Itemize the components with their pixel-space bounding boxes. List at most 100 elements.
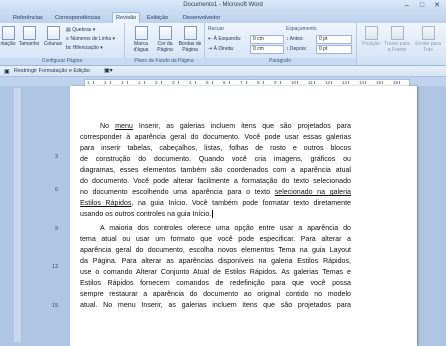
- group-configurar-pagina: ntação Tamanho Colunas ▤ Quebras ▾ ≡ Núm…: [0, 23, 125, 65]
- trazer-frente-button[interactable]: Trazer para a Frente: [383, 26, 411, 53]
- ruler-number: 15: [376, 80, 382, 85]
- bordas-pagina-button[interactable]: Bordas de Página: [178, 26, 202, 53]
- bordas-pagina-label: Bordas de Página: [178, 41, 202, 53]
- hyphenation-icon: bc: [66, 45, 73, 51]
- ruler-number: 8: [257, 80, 260, 85]
- document-line[interactable]: A maioria dos controles oferece uma opçã…: [100, 223, 351, 234]
- options-icon[interactable]: ▣▾: [104, 67, 113, 74]
- ruler-number: 14: [359, 80, 365, 85]
- trazer-frente-label: Trazer para a Frente: [384, 41, 410, 53]
- close-button[interactable]: ✕: [430, 1, 444, 10]
- document-line[interactable]: sempre restaurar a aparência do document…: [80, 289, 351, 300]
- position-icon: [364, 26, 378, 40]
- ruler-number: 12: [325, 80, 331, 85]
- espacamento-label: Espaçamento: [286, 26, 317, 32]
- document-line[interactable]: para inserir tabelas, cabeçalhos, listas…: [80, 143, 351, 154]
- group-label-paragrafo: Parágrafo: [204, 58, 356, 65]
- ruler-number: 7: [240, 80, 243, 85]
- ruler-number: 1: [87, 80, 90, 85]
- tab-referencias[interactable]: Referências: [10, 13, 46, 23]
- document-line[interactable]: usando os outros controles na guia Iníci…: [80, 209, 351, 220]
- tamanho-button[interactable]: Tamanho: [18, 26, 40, 47]
- hifenizacao-button[interactable]: bc Hifenização ▾: [66, 45, 103, 51]
- ruler-number: 5: [206, 80, 209, 85]
- recuo-esquerda-input[interactable]: 0 cm: [250, 35, 284, 44]
- ruler-tick: [263, 81, 264, 84]
- vertical-ruler[interactable]: [14, 88, 22, 342]
- ruler-number: 2: [155, 80, 158, 85]
- document-line[interactable]: da Página. Para alterar as aparências di…: [80, 256, 351, 267]
- columns-icon: [46, 26, 60, 40]
- ruler-tick: [280, 81, 281, 84]
- ruler-tick: [195, 81, 196, 84]
- ruler-tick: [246, 81, 247, 84]
- espacamento-antes-input[interactable]: 0 pt: [316, 35, 352, 44]
- tamanho-label: Tamanho: [18, 41, 40, 47]
- enviar-tras-label: Enviar para Trás: [415, 41, 441, 53]
- espacamento-depois-input[interactable]: 0 pt: [316, 45, 352, 54]
- document-line[interactable]: No menu Inserir, as galerias incluem ite…: [100, 121, 351, 132]
- ruler-number: 2: [104, 80, 107, 85]
- ruler-number: 10: [291, 80, 297, 85]
- line-number: 15: [52, 303, 59, 309]
- document-line[interactable]: atual. No menu Inserir, as galerias incl…: [80, 300, 351, 311]
- group-paragrafo: Recuar ⇤ À Esquerda: 0 cm ⇥ À Direita: 0…: [204, 23, 357, 65]
- ruler-tick: [399, 81, 400, 84]
- ruler-tick: [331, 81, 332, 84]
- tab-desenvolvedor[interactable]: Desenvolvedor: [180, 13, 223, 23]
- marca-dagua-button[interactable]: Marca d'água: [130, 26, 152, 53]
- maximize-button[interactable]: □: [415, 1, 429, 10]
- document-line[interactable]: no documento escolhendo uma aparência pa…: [80, 187, 351, 198]
- ruler-number: 1: [121, 80, 124, 85]
- recuo-direita-input[interactable]: 0 cm: [250, 45, 284, 54]
- quebras-button[interactable]: ▤ Quebras ▾: [66, 27, 95, 33]
- bring-front-icon: [390, 26, 404, 40]
- document-line[interactable]: Estilos Rápidos fornecem comandos de red…: [80, 278, 351, 289]
- document-line[interactable]: do documento. Você pode alterar facilmen…: [80, 176, 351, 187]
- minimize-button[interactable]: –: [400, 1, 414, 10]
- orientation-icon: [1, 26, 15, 40]
- ruler-number: 9: [274, 80, 277, 85]
- text-cursor: [212, 210, 214, 219]
- colunas-button[interactable]: Colunas: [42, 26, 64, 47]
- enviar-tras-button[interactable]: Enviar para Trás: [413, 26, 443, 53]
- ruler-tick: [297, 81, 298, 84]
- send-back-icon: [421, 26, 435, 40]
- ruler-number: 6: [223, 80, 226, 85]
- ruler-number: 11: [308, 80, 313, 85]
- ruler-tick: [93, 81, 94, 84]
- group-label-plano: Plano de Fundo da Página: [124, 58, 204, 65]
- document-line[interactable]: use o comando Alterar Conjunto Atual de …: [80, 267, 351, 278]
- restrict-bar: ▣ Restringir Formatação e Edição ▣▾: [0, 66, 446, 77]
- document-line[interactable]: tema atual ou usar um formato que você p…: [80, 234, 351, 245]
- ruler-number: 4: [189, 80, 192, 85]
- cor-pagina-button[interactable]: Cor da Página: [154, 26, 176, 53]
- page-borders-icon: [183, 26, 197, 40]
- orientacao-button[interactable]: ntação: [0, 26, 16, 47]
- document-line[interactable]: corresponder à aparência geral do docume…: [80, 132, 351, 143]
- cor-pagina-label: Cor da Página: [157, 41, 173, 53]
- ruler-tick: [365, 81, 366, 84]
- line-number: 3: [55, 154, 59, 160]
- tab-correspondencias[interactable]: Correspondências: [52, 13, 103, 23]
- document-line[interactable]: de construção do documento. Quando você …: [80, 154, 351, 165]
- ruler-number: 3: [172, 80, 175, 85]
- group-plano-fundo: Marca d'água Cor da Página Bordas de Pág…: [124, 23, 205, 65]
- page-color-icon: [158, 26, 172, 40]
- document-line[interactable]: diagramas, esses elementos também são co…: [80, 165, 351, 176]
- document-line[interactable]: aparência geral do documento, escolha no…: [80, 245, 351, 256]
- page-size-icon: [22, 26, 36, 40]
- ruler-tick: [110, 81, 111, 84]
- ruler-tick: [314, 81, 315, 84]
- numeros-linha-button[interactable]: ≡ Números de Linha ▾: [66, 36, 115, 42]
- document-line[interactable]: Estilos Rápidos, na guia Início. Você ta…: [80, 198, 351, 209]
- espacamento-depois-label: ↕ Depois:: [286, 46, 307, 52]
- marca-dagua-label: Marca d'água: [133, 41, 149, 53]
- posicao-button[interactable]: Posição: [360, 26, 382, 47]
- recuo-esquerda-label: ⇤ À Esquerda:: [208, 36, 242, 42]
- ruler-tick: [161, 81, 162, 84]
- restringir-button[interactable]: Restringir Formatação e Edição: [14, 68, 90, 74]
- ruler-tick: [178, 81, 179, 84]
- recuo-direita-label: ⇥ À Direita:: [208, 46, 235, 52]
- tab-exibicao[interactable]: Exibição: [144, 13, 171, 23]
